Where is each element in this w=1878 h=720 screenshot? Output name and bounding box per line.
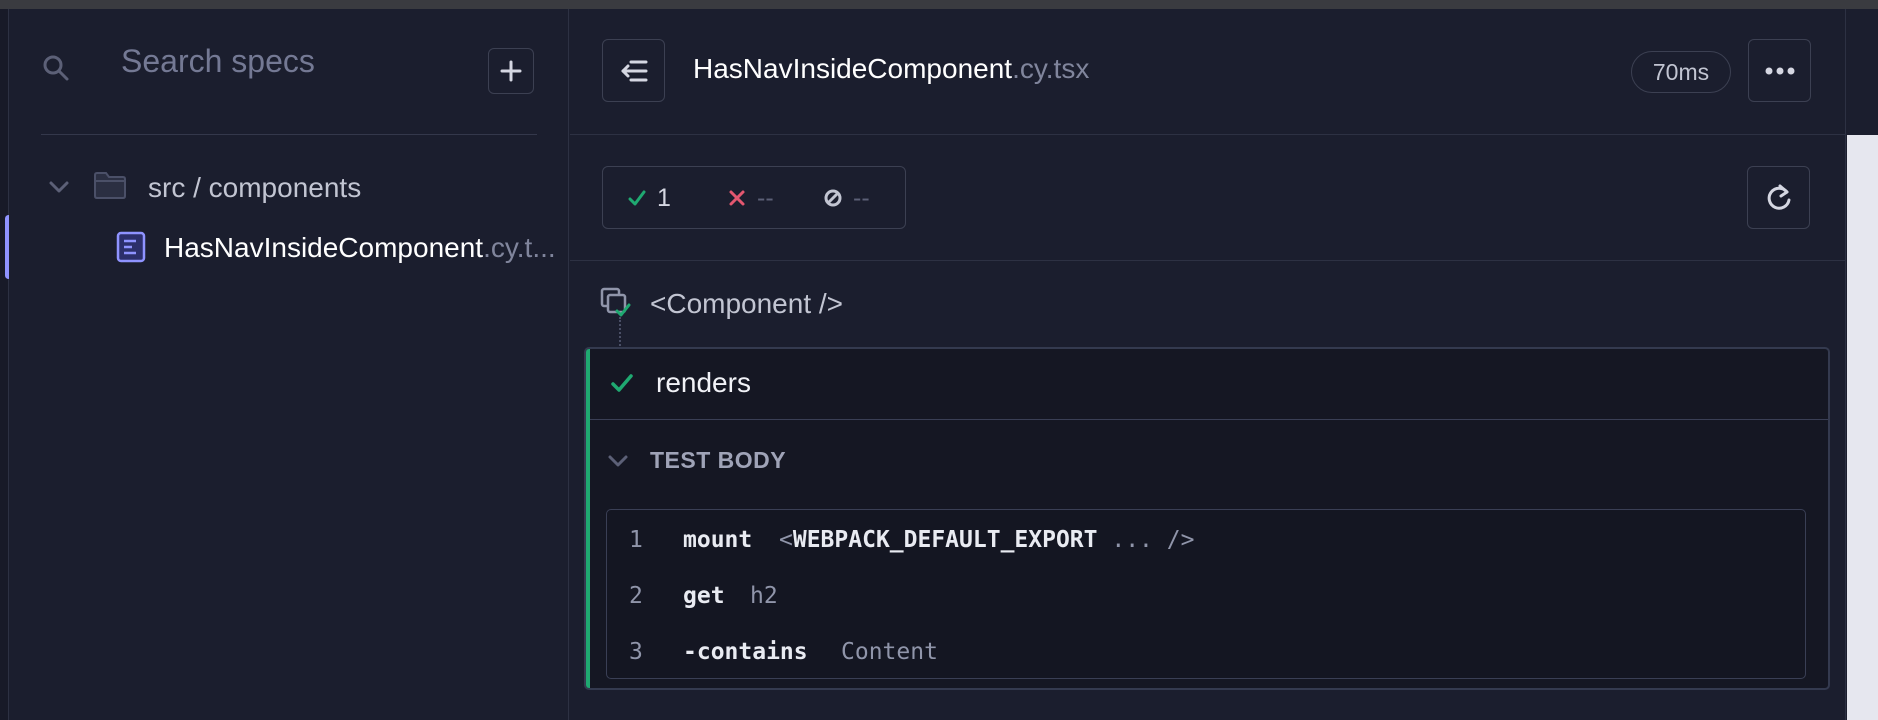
command-row[interactable]: 2 get h2 bbox=[607, 574, 1805, 618]
collapse-sidebar-button[interactable] bbox=[602, 39, 665, 102]
reporter-pane: HasNavInsideComponent.cy.tsx 70ms 1 -- -… bbox=[570, 9, 1845, 720]
x-icon bbox=[729, 190, 745, 206]
test-title: renders bbox=[656, 367, 751, 398]
app-preview-area bbox=[1847, 135, 1878, 720]
test-header[interactable]: renders bbox=[590, 349, 1828, 420]
document-icon bbox=[116, 231, 146, 263]
failed-count: -- bbox=[757, 183, 774, 212]
stats-bar: 1 -- -- bbox=[570, 135, 1845, 261]
left-edge-rail bbox=[0, 9, 12, 720]
chevron-down-icon[interactable] bbox=[45, 173, 73, 201]
ellipsis-icon bbox=[1765, 67, 1794, 74]
check-icon bbox=[628, 190, 646, 206]
window-top-bar bbox=[0, 0, 1878, 9]
command-message-bold: WEBPACK_DEFAULT_EXPORT bbox=[792, 527, 1098, 553]
command-name: get bbox=[683, 583, 725, 609]
command-message-prefix: < bbox=[779, 527, 793, 553]
command-log: 1 mount <WEBPACK_DEFAULT_EXPORT ... /> 2… bbox=[606, 509, 1806, 679]
search-specs[interactable]: Search specs bbox=[41, 39, 541, 87]
suite-title: <Component /> bbox=[650, 288, 844, 319]
spec-title-name: HasNavInsideComponent bbox=[693, 53, 1013, 84]
spec-title-ext: .cy.tsx bbox=[1012, 53, 1090, 84]
passed-count: 1 bbox=[657, 183, 671, 212]
new-spec-button[interactable] bbox=[488, 48, 534, 94]
duration-badge: 70ms bbox=[1631, 51, 1731, 93]
pending-count: -- bbox=[853, 183, 870, 212]
refresh-icon bbox=[1767, 184, 1790, 210]
passed-stat: 1 bbox=[627, 183, 671, 213]
command-number: 2 bbox=[629, 583, 643, 609]
spec-title: HasNavInsideComponent.cy.tsx bbox=[693, 53, 1089, 85]
test-body-toggle[interactable]: TEST BODY bbox=[606, 445, 1006, 475]
command-message: Content bbox=[841, 639, 938, 665]
pending-icon bbox=[824, 189, 842, 207]
command-name: mount bbox=[683, 527, 753, 553]
more-options-button[interactable] bbox=[1748, 39, 1811, 102]
check-icon bbox=[610, 371, 634, 395]
app-preview-edge bbox=[1845, 9, 1878, 720]
spec-file-label: HasNavInsideComponent.cy.t... bbox=[164, 232, 556, 264]
search-input[interactable]: Search specs bbox=[121, 43, 315, 80]
pending-stat: -- bbox=[823, 183, 870, 213]
folder-icon bbox=[93, 170, 127, 200]
sidebar-divider bbox=[41, 134, 537, 135]
test-body-label: TEST BODY bbox=[650, 447, 787, 473]
folder-row[interactable]: src / components bbox=[45, 167, 565, 207]
spec-file-name: HasNavInsideComponent bbox=[164, 232, 484, 263]
collapse-left-icon bbox=[621, 60, 647, 81]
failed-stat: -- bbox=[727, 183, 774, 213]
spec-file-ext: .cy.t... bbox=[483, 232, 556, 263]
command-row[interactable]: 1 mount <WEBPACK_DEFAULT_EXPORT ... /> bbox=[607, 518, 1805, 562]
command-number: 1 bbox=[629, 527, 643, 553]
command-name: -contains bbox=[683, 639, 808, 665]
plus-icon bbox=[500, 60, 522, 82]
chevron-down-icon bbox=[606, 449, 630, 473]
command-message: h2 bbox=[750, 583, 778, 609]
suite-row[interactable]: <Component /> bbox=[600, 287, 1200, 323]
command-row[interactable]: 3 -contains Content bbox=[607, 630, 1805, 674]
test-stats: 1 -- -- bbox=[602, 166, 906, 229]
search-icon bbox=[41, 53, 71, 83]
rerun-button[interactable] bbox=[1747, 166, 1810, 229]
command-message: <WEBPACK_DEFAULT_EXPORT ... /> bbox=[779, 527, 1194, 553]
folder-label: src / components bbox=[148, 172, 362, 203]
test-card: renders TEST BODY 1 mount <WEBPACK_DEFAU… bbox=[584, 347, 1830, 690]
spec-file-item[interactable]: HasNavInsideComponent.cy.t... bbox=[114, 227, 574, 271]
specs-sidebar: Search specs src / components HasNavInsi… bbox=[9, 9, 569, 720]
reporter-header: HasNavInsideComponent.cy.tsx 70ms bbox=[570, 9, 1845, 135]
command-number: 3 bbox=[629, 639, 643, 665]
command-message-suffix: ... /> bbox=[1097, 527, 1195, 553]
suite-passed-icon bbox=[600, 287, 632, 319]
